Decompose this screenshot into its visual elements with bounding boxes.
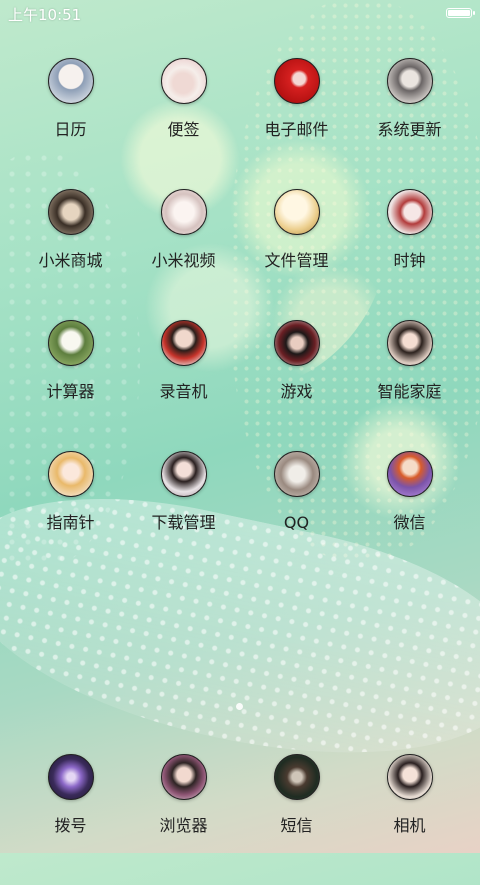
notes-app-icon[interactable] — [160, 58, 207, 104]
clock-app-icon[interactable] — [386, 189, 433, 235]
status-bar: 上午10:51 — [0, 0, 480, 26]
app-label: 指南针 — [46, 513, 95, 532]
app-camera[interactable]: 相机 — [353, 754, 466, 885]
app-label: 便签 — [167, 120, 200, 139]
app-label: QQ — [283, 513, 310, 532]
app-row: 指南针 下载管理 QQ 微信 — [0, 451, 480, 582]
app-label: 微信 — [393, 513, 426, 532]
app-row: 日历 便签 电子邮件 系统更新 — [0, 58, 480, 189]
app-messages[interactable]: 短信 — [240, 754, 353, 885]
dialer-app-icon[interactable] — [47, 754, 94, 800]
camera-app-icon[interactable] — [386, 754, 433, 800]
battery-icon — [446, 8, 475, 18]
system-update-app-icon[interactable] — [386, 58, 433, 104]
mi-store-app-icon[interactable] — [47, 189, 94, 235]
app-label: 文件管理 — [264, 251, 329, 270]
app-calculator[interactable]: 计算器 — [14, 320, 127, 451]
file-manager-app-icon[interactable] — [273, 189, 320, 235]
app-label: 相机 — [393, 816, 426, 835]
app-dialer[interactable]: 拨号 — [14, 754, 127, 885]
app-label: 浏览器 — [159, 816, 208, 835]
qq-app-icon[interactable] — [273, 451, 320, 497]
app-smart-home[interactable]: 智能家庭 — [353, 320, 466, 451]
app-downloads[interactable]: 下载管理 — [127, 451, 240, 582]
app-mi-video[interactable]: 小米视频 — [127, 189, 240, 320]
compass-app-icon[interactable] — [47, 451, 94, 497]
calculator-app-icon[interactable] — [47, 320, 94, 366]
app-label: 系统更新 — [377, 120, 442, 139]
app-label: 游戏 — [280, 382, 313, 401]
status-time: 上午10:51 — [8, 6, 82, 24]
app-notes[interactable]: 便签 — [127, 58, 240, 189]
games-app-icon[interactable] — [273, 320, 320, 366]
battery-fill — [448, 10, 470, 16]
app-label: 智能家庭 — [377, 382, 442, 401]
app-mi-store[interactable]: 小米商城 — [14, 189, 127, 320]
app-qq[interactable]: QQ — [240, 451, 353, 582]
messages-app-icon[interactable] — [273, 754, 320, 800]
app-row: 小米商城 小米视频 文件管理 时钟 — [0, 189, 480, 320]
app-games[interactable]: 游戏 — [240, 320, 353, 451]
app-label: 拨号 — [54, 816, 87, 835]
app-label: 短信 — [280, 816, 313, 835]
smart-home-app-icon[interactable] — [386, 320, 433, 366]
app-label: 计算器 — [46, 382, 95, 401]
app-row: 计算器 录音机 游戏 智能家庭 — [0, 320, 480, 451]
app-label: 日历 — [54, 120, 87, 139]
app-system-update[interactable]: 系统更新 — [353, 58, 466, 189]
app-label: 录音机 — [159, 382, 208, 401]
app-label: 小米视频 — [151, 251, 216, 270]
app-compass[interactable]: 指南针 — [14, 451, 127, 582]
app-label: 时钟 — [393, 251, 426, 270]
app-wechat[interactable]: 微信 — [353, 451, 466, 582]
app-label: 电子邮件 — [264, 120, 329, 139]
mi-video-app-icon[interactable] — [160, 189, 207, 235]
app-file-manager[interactable]: 文件管理 — [240, 189, 353, 320]
app-label: 下载管理 — [151, 513, 216, 532]
browser-app-icon[interactable] — [160, 754, 207, 800]
wechat-app-icon[interactable] — [386, 451, 433, 497]
recorder-app-icon[interactable] — [160, 320, 207, 366]
calendar-app-icon[interactable] — [47, 58, 94, 104]
app-calendar[interactable]: 日历 — [14, 58, 127, 189]
page-indicator-dot[interactable] — [236, 703, 243, 710]
app-grid: 日历 便签 电子邮件 系统更新 小米商城 小米视频 文件管理 时钟 计算器 录音… — [0, 58, 480, 582]
email-app-icon[interactable] — [273, 58, 320, 104]
app-browser[interactable]: 浏览器 — [127, 754, 240, 885]
app-clock[interactable]: 时钟 — [353, 189, 466, 320]
app-email[interactable]: 电子邮件 — [240, 58, 353, 189]
dock: 拨号 浏览器 短信 相机 — [0, 754, 480, 885]
app-recorder[interactable]: 录音机 — [127, 320, 240, 451]
app-label: 小米商城 — [38, 251, 103, 270]
downloads-app-icon[interactable] — [160, 451, 207, 497]
